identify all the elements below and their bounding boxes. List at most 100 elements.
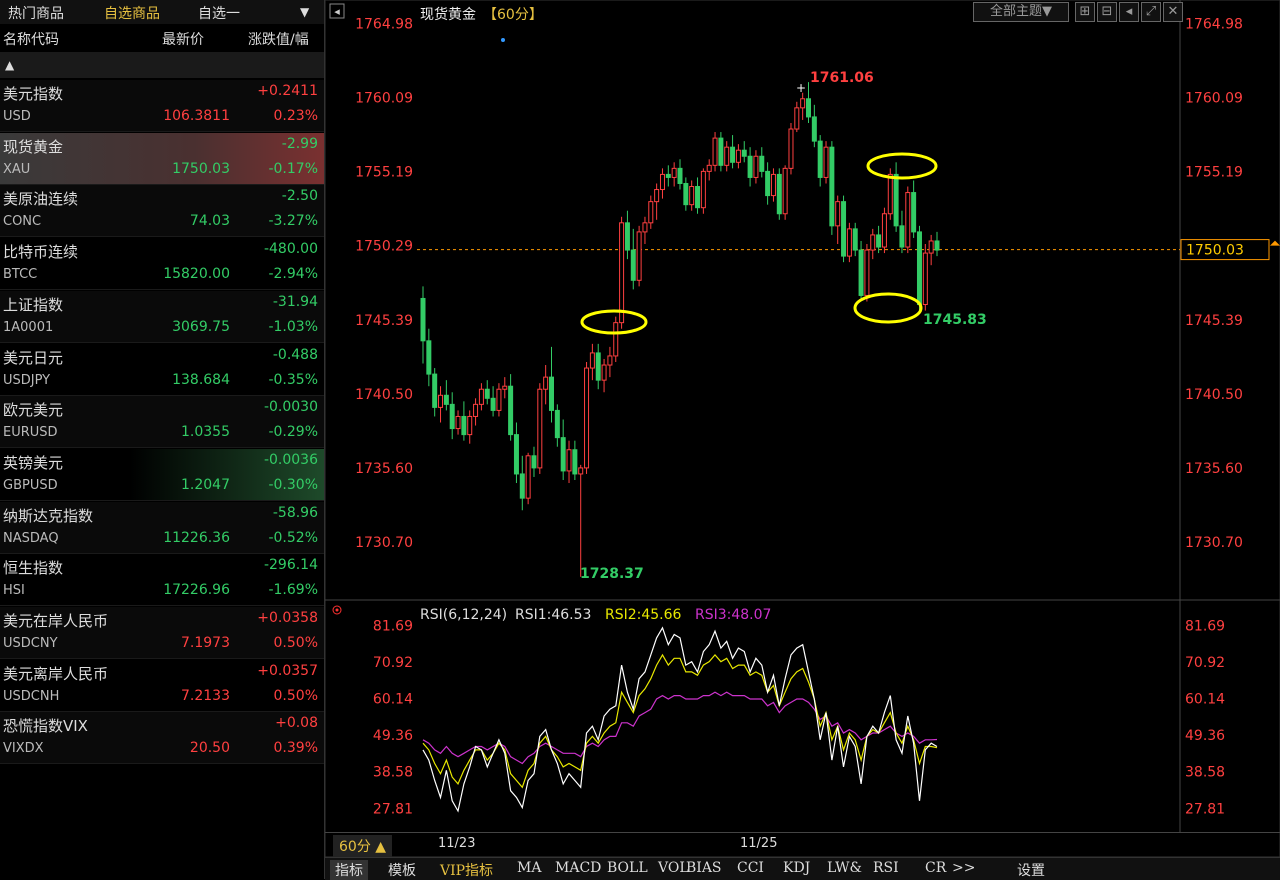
watchlist-row[interactable]: 恐慌指数VIX VIXDX 20.50 +0.08 0.39% xyxy=(0,712,324,765)
change-percent: -1.69% xyxy=(268,582,318,599)
watchlist-row[interactable]: 英镑美元 GBPUSD 1.2047 -0.0036 -0.30% xyxy=(0,448,324,501)
candle-body xyxy=(893,173,899,227)
watchlist-row[interactable]: 纳斯达克指数 NASDAQ 11226.36 -58.96 -0.52% xyxy=(0,501,324,554)
price-axis-left: 1735.60 xyxy=(355,461,413,477)
price-axis-right: 1764.98 xyxy=(1185,16,1243,32)
candle-body xyxy=(776,173,782,215)
chevron-down-icon[interactable]: ▼ xyxy=(300,5,309,19)
watchlist-row[interactable]: 美元在岸人民币 USDCNY 7.1973 +0.0358 0.50% xyxy=(0,607,324,659)
instrument-code: USD xyxy=(3,109,31,124)
indicator-tab[interactable]: 指标 xyxy=(330,860,368,880)
candle-body xyxy=(636,231,642,281)
theme-selector[interactable]: 全部主题▼ xyxy=(973,2,1069,22)
candle-body xyxy=(438,394,444,408)
candle-body xyxy=(817,140,823,178)
price-axis-left: 1745.39 xyxy=(355,313,413,329)
candle-body xyxy=(724,146,730,166)
indicator-tab[interactable]: CR xyxy=(925,860,946,876)
candle-body xyxy=(671,167,677,178)
close-icon[interactable]: ✕ xyxy=(1163,2,1183,22)
instrument-code: HSI xyxy=(3,583,25,599)
instrument-name: 上证指数 xyxy=(3,295,64,314)
rsi-axis-left: 81.69 xyxy=(373,618,413,634)
candle-body xyxy=(549,376,554,411)
col-change[interactable]: 涨跌值/幅 xyxy=(248,29,309,49)
col-latest-price[interactable]: 最新价 xyxy=(162,29,204,49)
candle-body xyxy=(613,322,619,357)
candle-body xyxy=(741,149,747,157)
high-marker: + xyxy=(796,81,806,95)
indicator-tab[interactable]: LW& xyxy=(827,860,862,876)
instrument-code: XAU xyxy=(3,161,31,177)
latest-price: 1750.03 xyxy=(172,160,230,177)
change-value: -480.00 xyxy=(263,241,318,258)
watchlist-row[interactable]: 比特币连续 BTCC 15820.00 -480.00 -2.94% xyxy=(0,238,324,291)
latest-price: 1.0355 xyxy=(181,424,230,441)
period-button[interactable]: 60分 ▲ xyxy=(333,835,393,857)
indicator-settings-icon[interactable] xyxy=(335,608,339,612)
back-icon[interactable]: ◂ xyxy=(1119,2,1139,22)
watchlist-row[interactable]: 恒生指数 HSI 17226.96 -296.14 -1.69% xyxy=(0,554,324,607)
rsi-axis-right: 81.69 xyxy=(1185,618,1225,634)
latest-price: 74.03 xyxy=(189,213,230,230)
low-label: 1728.37 xyxy=(580,566,644,582)
candle-body xyxy=(619,222,625,324)
indicator-tab[interactable]: CCI xyxy=(737,860,764,876)
price-chart[interactable]: ◂ 现货黄金 【60分】 1764.98 1764.98 1760.09 1760.09 17… xyxy=(325,0,1280,879)
rsi-axis-right: 38.58 xyxy=(1185,765,1225,781)
indicator-tab[interactable]: RSI xyxy=(873,860,899,876)
rsi3-line xyxy=(422,691,938,765)
candle-body xyxy=(654,189,660,203)
collapse-icon[interactable]: ◂ xyxy=(334,5,340,18)
change-value: +0.08 xyxy=(275,715,318,732)
col-name-code[interactable]: 名称代码 xyxy=(3,29,59,49)
candle-body xyxy=(513,434,519,475)
indicator-tab[interactable]: VIP指标 xyxy=(440,860,493,880)
candle-body xyxy=(881,213,887,248)
indicator-tab[interactable]: KDJ xyxy=(783,860,810,876)
instrument-code: VIXDX xyxy=(3,741,44,757)
instrument-code: USDJPY xyxy=(3,372,51,388)
change-percent: 0.50% xyxy=(273,687,318,704)
indicator-tab[interactable]: BOLL xyxy=(607,860,648,876)
indicator-tab[interactable]: MACD xyxy=(555,860,601,876)
indicator-tab[interactable]: 设置 xyxy=(1017,860,1045,880)
candle-body xyxy=(484,388,490,399)
indicator-tab[interactable]: VOL xyxy=(658,860,689,876)
watchlist-row[interactable]: 美元离岸人民币 USDCNH 7.2133 +0.0357 0.50% xyxy=(0,660,324,712)
watchlist-row[interactable]: 现货黄金 XAU 1750.03 -2.99 -0.17% xyxy=(0,132,324,185)
crosshair-icon[interactable]: ⊞ xyxy=(1075,2,1095,22)
expand-icon[interactable]: ⤢ xyxy=(1141,2,1161,22)
change-value: -0.0036 xyxy=(263,451,318,468)
sort-up-icon[interactable]: ▲ xyxy=(5,58,14,72)
chart-title: 现货黄金 xyxy=(420,6,476,23)
tab-selected-goods[interactable]: 自选商品 xyxy=(104,3,160,23)
candle-body xyxy=(584,367,590,469)
indicator-tab[interactable]: MA xyxy=(517,860,541,876)
watchlist-row[interactable]: 美元指数 USD 106.3811 +0.2411 0.23% xyxy=(0,80,324,132)
indicator-tab[interactable]: >> xyxy=(952,860,975,876)
candle-body xyxy=(449,403,455,430)
instrument-code: BTCC xyxy=(3,267,38,283)
candle-body xyxy=(537,388,543,469)
sort-row[interactable]: ▲ xyxy=(0,52,324,78)
instrument-name: 现货黄金 xyxy=(3,137,64,156)
tab-hot-goods[interactable]: 热门商品 xyxy=(8,3,64,23)
watchlist-row[interactable]: 美原油连续 CONC 74.03 -2.50 -3.27% xyxy=(0,185,324,238)
instrument-name: 纳斯达克指数 xyxy=(3,506,94,525)
tab-custom-one[interactable]: 自选一 xyxy=(198,3,240,23)
watchlist-row[interactable]: 欧元美元 EURUSD 1.0355 -0.0030 -0.29% xyxy=(0,396,324,449)
grid-icon[interactable]: ⊟ xyxy=(1097,2,1117,22)
candle-body xyxy=(665,173,671,178)
indicator-tab[interactable]: BIAS xyxy=(686,860,722,876)
watchlist-row[interactable]: 上证指数 1A0001 3069.75 -31.94 -1.03% xyxy=(0,290,324,343)
indicator-tab[interactable]: 模板 xyxy=(388,860,416,880)
change-percent: 0.39% xyxy=(273,740,318,757)
rsi2-line xyxy=(422,653,938,789)
candle-body xyxy=(852,228,858,251)
candle-body xyxy=(601,364,607,381)
watchlist-row[interactable]: 美元日元 USDJPY 138.684 -0.488 -0.35% xyxy=(0,344,324,396)
candle-body xyxy=(624,222,630,251)
rsi-axis-right: 70.92 xyxy=(1185,655,1225,671)
instrument-name: 美元在岸人民币 xyxy=(3,612,109,630)
